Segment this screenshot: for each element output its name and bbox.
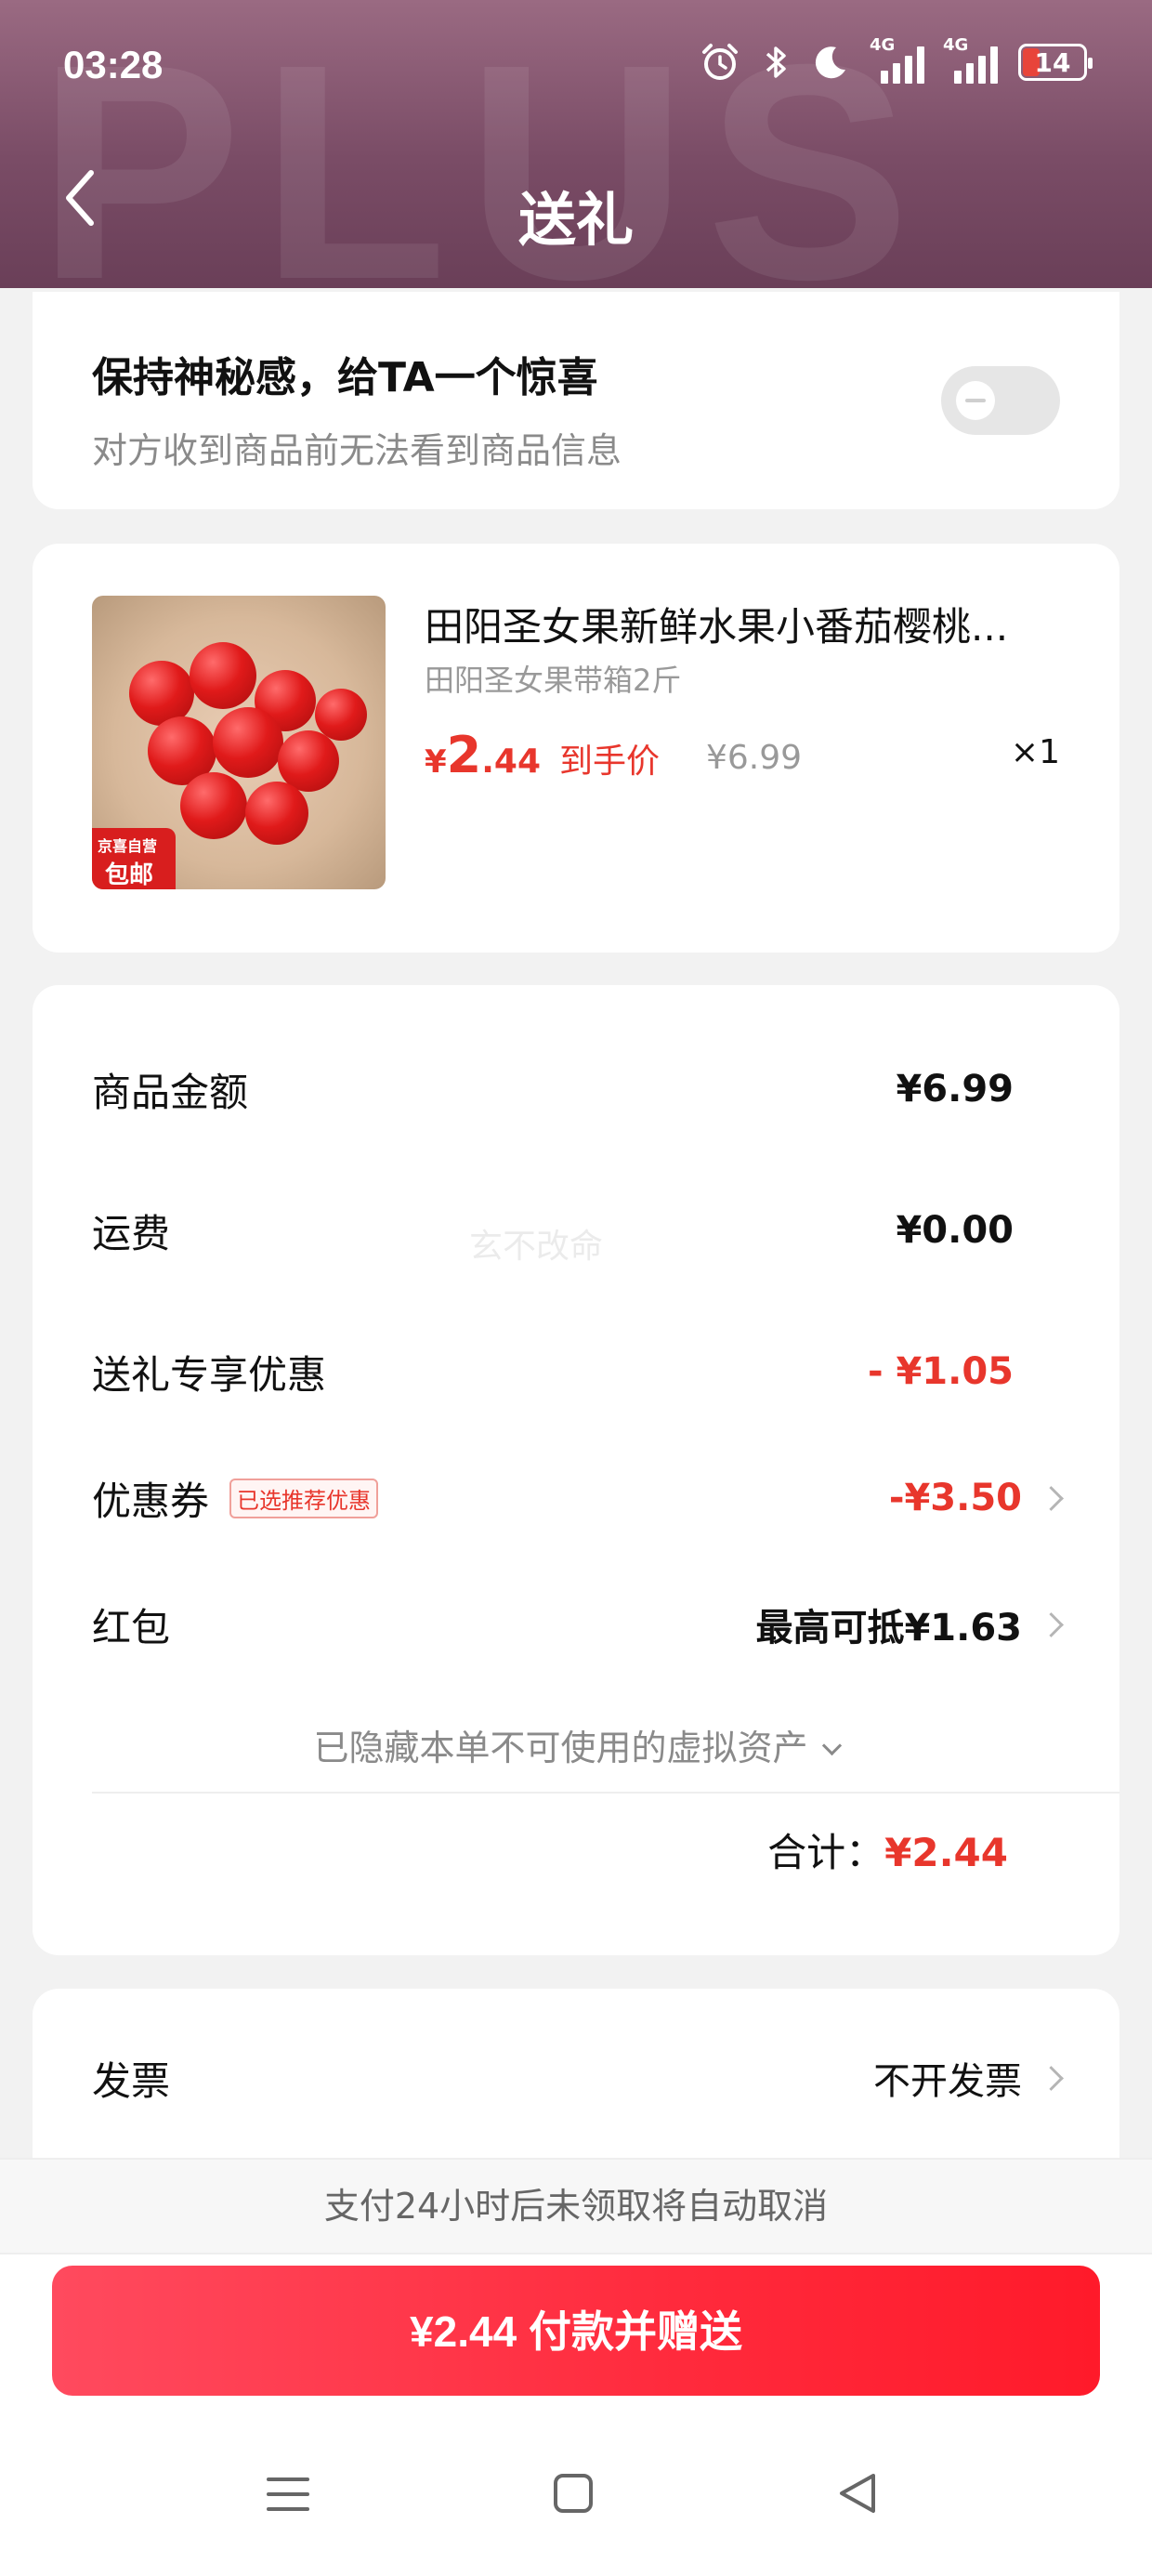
bottom-bar: 支付24小时后未领取将自动取消 ¥2.44 付款并赠送	[0, 2158, 1152, 2576]
coupon-recommended-tag: 已选推荐优惠	[229, 1478, 379, 1518]
invoice-value: 不开发票	[873, 2051, 1064, 2105]
product-spec: 田阳圣女果带箱2斤	[425, 663, 682, 698]
summary-row-goods-amount: 商品金额 ¥6.99	[92, 1061, 1060, 1117]
invoice-label: 发票	[92, 2057, 171, 2104]
total-label: 合计：	[767, 1830, 885, 1875]
toggle-knob	[956, 381, 995, 420]
price-tag: 到手价	[559, 743, 661, 781]
status-bar: 03:28 4G 4G 14	[0, 0, 1152, 130]
row-value: - ¥1.05	[867, 1350, 1014, 1393]
pay-and-gift-button[interactable]: ¥2.44 付款并赠送	[52, 2266, 1100, 2396]
home-nav-icon[interactable]	[552, 2472, 595, 2515]
coupon-label: 优惠券	[92, 1478, 210, 1524]
row-label: 优惠券 已选推荐优惠	[92, 1470, 379, 1527]
summary-row-red-packet[interactable]: 红包 最高可抵¥1.63	[92, 1597, 1064, 1652]
summary-row-gift-discount: 送礼专享优惠 - ¥1.05	[92, 1344, 1060, 1400]
status-icons: 4G 4G 14	[699, 35, 1093, 84]
auto-cancel-notice: 支付24小时后未领取将自动取消	[0, 2158, 1152, 2254]
battery-level: 14	[1034, 46, 1071, 78]
row-label: 商品金额	[92, 1069, 249, 1115]
signal-1-icon: 4G	[870, 35, 924, 84]
final-price: ¥ 2 .44 到手价	[425, 726, 660, 784]
row-label: 送礼专享优惠	[92, 1351, 327, 1398]
row-value: -¥3.50	[888, 1477, 1064, 1519]
row-value: ¥0.00	[896, 1209, 1014, 1252]
price-integer: 2	[446, 726, 482, 784]
hidden-assets-toggle[interactable]: 已隐藏本单不可使用的虚拟资产	[33, 1719, 1119, 1770]
row-label: 红包	[92, 1604, 171, 1650]
alarm-icon	[702, 44, 738, 80]
summary-card: 商品金额 ¥6.99 运费 ¥0.00 玄不改命 送礼专享优惠 - ¥1.05 …	[33, 985, 1119, 1955]
watermark-text: 玄不改命	[469, 1228, 604, 1266]
row-label: 运费	[92, 1210, 171, 1256]
red-packet-value: 最高可抵¥1.63	[755, 1607, 1022, 1649]
header: PLUS 03:28 4G 4G 14 送礼	[0, 0, 1152, 288]
invoice-card[interactable]: 发票 不开发票	[33, 1989, 1119, 2175]
product-image[interactable]: 京喜自营 包邮	[92, 596, 386, 889]
page-title: 送礼	[517, 186, 634, 254]
invoice-row[interactable]: 发票 不开发票	[92, 2050, 1064, 2106]
divider	[92, 1792, 1119, 1794]
network-2-label: 4G	[943, 35, 969, 55]
bluetooth-icon	[766, 46, 786, 78]
network-1-label: 4G	[870, 35, 896, 55]
hidden-assets-label: 已隐藏本单不可使用的虚拟资产	[313, 1728, 808, 1768]
order-total: 合计：¥2.44	[767, 1821, 1008, 1878]
badge-line-2: 包邮	[105, 861, 154, 889]
original-price: ¥6.99	[706, 739, 803, 777]
chevron-right-icon	[1039, 1611, 1064, 1637]
menu-nav-icon[interactable]	[265, 2474, 311, 2515]
quantity: ×1	[1010, 733, 1060, 771]
row-value: 最高可抵¥1.63	[755, 1597, 1064, 1651]
summary-row-coupon[interactable]: 优惠券 已选推荐优惠 -¥3.50	[92, 1470, 1064, 1527]
product-card[interactable]: 京喜自营 包邮 田阳圣女果新鲜水果小番茄樱桃... 田阳圣女果带箱2斤 ¥ 2 …	[33, 544, 1119, 953]
chevron-right-icon	[1039, 2065, 1064, 2091]
coupon-value: -¥3.50	[888, 1477, 1022, 1519]
do-not-disturb-moon-icon	[815, 46, 845, 79]
invoice-value-text: 不开发票	[873, 2060, 1022, 2103]
total-value: ¥2.44	[884, 1830, 1008, 1875]
price-currency: ¥	[425, 743, 447, 781]
signal-2-icon: 4G	[943, 35, 998, 84]
back-nav-icon[interactable]	[836, 2470, 879, 2517]
row-value: ¥6.99	[896, 1068, 1014, 1111]
surprise-subtitle: 对方收到商品前无法看到商品信息	[92, 430, 622, 471]
surprise-title: 保持神秘感，给TA一个惊喜	[92, 354, 598, 401]
status-time: 03:28	[63, 43, 164, 86]
chevron-right-icon	[1039, 1485, 1064, 1511]
chevron-down-icon	[821, 1735, 842, 1756]
badge-line-1: 京喜自营	[98, 837, 158, 855]
battery-icon: 14	[1018, 44, 1093, 81]
price-decimal: .44	[481, 743, 542, 781]
surprise-card: 保持神秘感，给TA一个惊喜 对方收到商品前无法看到商品信息	[33, 292, 1119, 509]
surprise-toggle[interactable]	[941, 366, 1060, 435]
free-shipping-badge: 京喜自营 包邮	[92, 828, 176, 889]
product-name[interactable]: 田阳圣女果新鲜水果小番茄樱桃...	[425, 596, 1056, 652]
